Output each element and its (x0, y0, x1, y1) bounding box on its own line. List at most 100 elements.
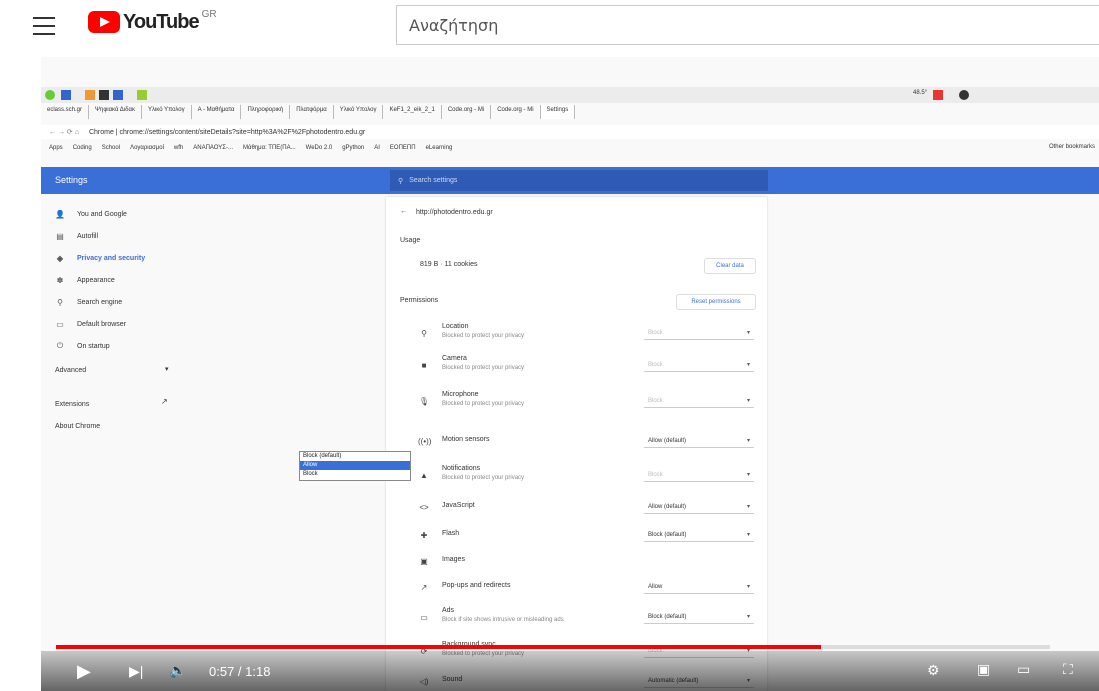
theater-icon[interactable]: ▭ (1017, 661, 1030, 678)
browser-tab[interactable]: Υλικό Υπολογ (142, 105, 192, 119)
image-icon: ▣ (420, 557, 428, 566)
permission-name: Microphone (442, 391, 479, 398)
chevron-down-icon: ▾ (746, 532, 750, 538)
bookmark-item[interactable]: AI (374, 145, 380, 151)
volume-icon[interactable]: 🔈 (169, 662, 186, 679)
clear-data-label: Clear data (716, 263, 744, 269)
permission-select[interactable]: Allow ▾ (644, 580, 754, 594)
dropdown-option[interactable]: Block (default) (300, 452, 410, 461)
bookmark-item[interactable]: School (102, 145, 120, 151)
usage-heading: Usage (400, 237, 421, 244)
external-link-icon[interactable]: ↗ (161, 397, 168, 406)
puzzle-icon: ✚ (420, 531, 428, 540)
dropdown-option[interactable]: Block (300, 470, 410, 479)
fullscreen-icon[interactable]: ⛶ (1063, 661, 1073, 678)
permission-value: Allow (648, 583, 663, 590)
youtube-play-icon (88, 11, 120, 33)
location-icon: ⚲ (421, 329, 427, 338)
permission-description: Block if site shows intrusive or mislead… (442, 617, 564, 623)
clear-data-button[interactable]: Clear data (704, 258, 756, 274)
play-icon[interactable]: ▶ (77, 661, 91, 682)
search-icon: ⚲ (398, 177, 404, 185)
sidebar-item[interactable]: ✽ Appearance (55, 273, 115, 287)
settings-title: Settings (55, 175, 88, 185)
bookmark-item[interactable]: ΕΟΠΕΠΠ (390, 145, 416, 151)
settings-gear-icon[interactable]: ⚙ (927, 662, 940, 679)
browser-tab[interactable]: Πλατφόρμα (290, 105, 334, 119)
camera-icon: ■ (421, 361, 427, 370)
site-details-panel: ← http://photodentro.edu.gr Usage 819 B … (386, 197, 767, 691)
sidebar-extensions[interactable]: Extensions (55, 397, 89, 411)
browser-tab[interactable]: Code.org - Mi (442, 105, 492, 119)
reset-permissions-label: Reset permissions (691, 299, 741, 305)
sidebar-advanced[interactable]: Advanced (55, 363, 86, 377)
permission-name: JavaScript (442, 502, 475, 509)
sidebar-item[interactable]: ▭ Default browser (55, 317, 126, 331)
reset-permissions-button[interactable]: Reset permissions (676, 294, 756, 310)
browser-tab[interactable]: A - Μαθήματα (192, 105, 242, 119)
chevron-down-icon: ▾ (746, 398, 750, 404)
permission-name: Camera (442, 355, 467, 362)
autofill-icon: ▤ (56, 231, 64, 241)
bookmark-item[interactable]: Μάθημα: ΤΠΕ(ΠΑ... (243, 145, 296, 151)
permission-select[interactable]: Allow (default) ▾ (644, 434, 754, 448)
permission-select[interactable]: Block (default) ▾ (644, 528, 754, 542)
permission-name: Ads (442, 607, 455, 614)
permission-name: Location (442, 323, 469, 330)
sidebar-about[interactable]: About Chrome (55, 419, 100, 433)
bookmark-item[interactable]: Λογαριασμοί (130, 145, 164, 151)
flash-dropdown-menu[interactable]: Block (default) Allow Block (299, 451, 411, 481)
menu-icon[interactable] (33, 17, 55, 35)
permission-name: Notifications (442, 465, 481, 472)
browser-tab[interactable]: Πληροφορική (241, 105, 291, 119)
browser-tab[interactable]: Υλικό Υπολογ (334, 105, 384, 119)
permission-value: Block (648, 471, 663, 478)
permission-select[interactable]: Block (default) ▾ (644, 610, 754, 624)
search-settings-input[interactable]: ⚲ Search settings (390, 170, 768, 191)
person-icon: 👤 (55, 209, 65, 219)
app-icon (85, 90, 95, 100)
next-icon[interactable]: ▶| (129, 663, 143, 680)
browser-tab[interactable]: Settings (540, 105, 576, 119)
chevron-down-icon: ▾ (746, 614, 750, 620)
bookmark-item[interactable]: Coding (73, 145, 92, 151)
nav-arrows-icon[interactable]: ← → ⟳ ⌂ (49, 128, 79, 136)
bookmark-item[interactable]: ΑΝΑΠΑΟΥΣ-... (193, 145, 233, 151)
app-icon (113, 90, 123, 100)
bookmark-item[interactable]: gPython (342, 145, 364, 151)
browser-tab[interactable]: eclass.sch.gr (41, 105, 90, 119)
dropdown-option[interactable]: Allow (300, 461, 410, 470)
sidebar-item-label: Appearance (77, 276, 115, 284)
browser-tab[interactable]: Ψηφιακά Διδακ (89, 105, 142, 119)
video-frame[interactable]: 48.5° eclass.sch.gr Ψηφιακά Διδακ Υλικό Υπ… (41, 57, 1099, 691)
sidebar-item-label: On startup (77, 342, 110, 350)
app-icon (61, 90, 71, 100)
chevron-down-icon: ▾ (165, 366, 169, 373)
address-bar[interactable]: ← → ⟳ ⌂ Chrome | chrome://settings/conte… (41, 125, 1099, 139)
chevron-down-icon: ▾ (746, 472, 750, 478)
sidebar-item[interactable]: ⏻ On startup (55, 339, 110, 353)
permission-value: Allow (default) (648, 503, 687, 510)
browser-tab[interactable]: Code.org - Mi (491, 105, 541, 119)
bookmark-item[interactable]: eLearning (426, 145, 453, 151)
permission-value: Block (648, 361, 663, 368)
back-arrow-icon[interactable]: ← (400, 208, 407, 215)
miniplayer-icon[interactable]: ▣ (977, 661, 990, 678)
sidebar-item[interactable]: ⚲ Search engine (55, 295, 122, 309)
bookmark-item[interactable]: Apps (49, 145, 63, 151)
usage-value: 819 B · 11 cookies (420, 261, 478, 268)
bookmarks-bar: Apps Coding School Λογαριασμοί wfh ΑΝΑΠΑΟΥΣ-.… (41, 141, 1099, 155)
bookmark-item[interactable]: WeDo 2.0 (306, 145, 333, 151)
other-bookmarks[interactable]: Other bookmarks (1049, 144, 1095, 150)
bookmark-item[interactable]: wfh (174, 145, 183, 151)
sidebar-item[interactable]: ◈ Privacy and security (55, 251, 145, 265)
sidebar-item[interactable]: 👤 You and Google (55, 207, 127, 221)
browser-icon: ▭ (56, 319, 64, 329)
browser-tab[interactable]: KeF1_2_eik_2_1 (383, 105, 442, 119)
permission-select: Block ▾ (644, 326, 754, 340)
sidebar-item[interactable]: ▤ Autofill (55, 229, 98, 243)
youtube-logo[interactable]: YouTube GR (88, 9, 217, 34)
permission-select[interactable]: Allow (default) ▾ (644, 500, 754, 514)
search-input[interactable]: Αναζήτηση (396, 5, 1099, 45)
permission-name: Flash (442, 530, 460, 537)
